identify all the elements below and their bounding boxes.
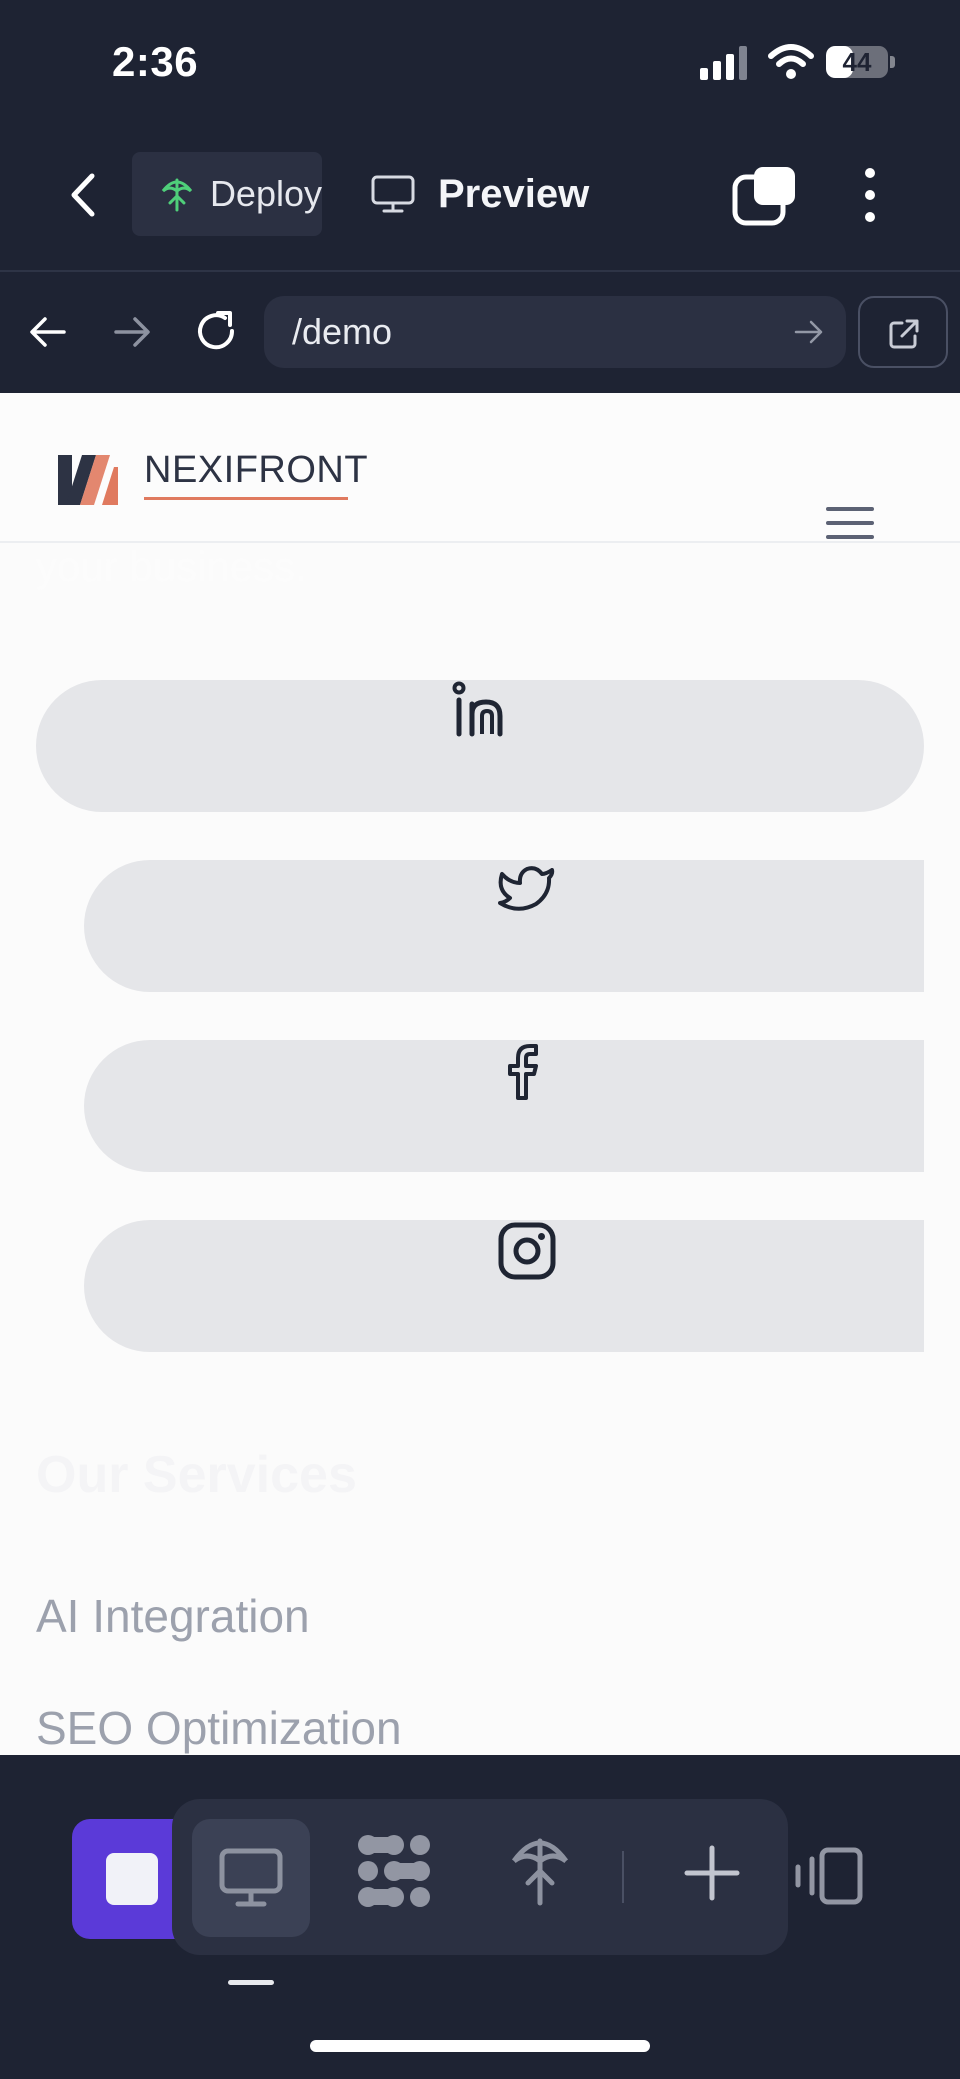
linkedin-button[interactable]: [36, 680, 924, 812]
instagram-icon: [498, 1222, 556, 1280]
toolbar-divider: [0, 270, 960, 272]
status-bar: 2:36 44: [0, 0, 960, 120]
more-options-icon[interactable]: [858, 164, 882, 226]
external-link-icon: [889, 319, 919, 349]
facebook-icon: [508, 1044, 538, 1100]
back-chevron-icon[interactable]: [62, 170, 106, 220]
signal-icon: [700, 46, 747, 80]
logo-mark-icon: [58, 455, 118, 505]
bottom-dock: [0, 1755, 960, 2079]
battery-icon: 44: [826, 44, 896, 80]
battery-level: 44: [842, 47, 872, 77]
tab-deploy[interactable]: Deploy: [132, 152, 322, 236]
add-icon[interactable]: [684, 1845, 740, 1901]
instagram-button[interactable]: [84, 1220, 924, 1352]
tab-preview-label: Preview: [438, 171, 590, 216]
dock-separator: [622, 1851, 624, 1903]
twitter-button[interactable]: [84, 860, 924, 992]
dots-pattern-icon[interactable]: [356, 1833, 432, 1909]
tab-deploy-label: Deploy: [209, 173, 322, 214]
web-preview: your business. NEXIFRONT Our Services AI…: [0, 393, 960, 1755]
services-heading: Our Services: [36, 1446, 357, 1504]
wifi-icon: [768, 44, 814, 79]
browser-nav-bar: /demo: [0, 292, 960, 372]
home-indicator[interactable]: [310, 2040, 650, 2052]
open-external-button[interactable]: [858, 296, 948, 368]
stop-icon: [106, 1853, 158, 1905]
nav-forward-icon[interactable]: [112, 312, 152, 352]
hero-text-line: your business.: [36, 543, 307, 590]
brand-underline: [144, 497, 348, 500]
copies-icon[interactable]: [732, 164, 798, 226]
deploy-icon: [161, 178, 193, 212]
service-item-ai-integration[interactable]: AI Integration: [36, 1589, 310, 1643]
twitter-icon: [498, 866, 555, 911]
url-input[interactable]: /demo: [264, 296, 846, 368]
hamburger-menu-icon[interactable]: [826, 507, 874, 543]
tab-preview[interactable]: Preview: [370, 152, 589, 236]
url-text: /demo: [292, 311, 393, 352]
dock-toolbar: [172, 1799, 788, 1955]
nav-back-icon[interactable]: [28, 312, 68, 352]
reload-icon[interactable]: [194, 308, 240, 354]
dock-preview-button[interactable]: [192, 1819, 310, 1937]
deploy-icon[interactable]: [510, 1833, 570, 1907]
linkedin-icon: [452, 681, 503, 737]
facebook-button[interactable]: [84, 1040, 924, 1172]
top-toolbar: Deploy Preview: [0, 140, 960, 250]
monitor-icon: [219, 1848, 283, 1907]
dock-page-indicator: [228, 1980, 274, 1985]
clock-time: 2:36: [112, 38, 199, 85]
device-rotate-icon[interactable]: [792, 1847, 864, 1905]
go-arrow-icon[interactable]: [794, 318, 824, 346]
site-header: NEXIFRONT: [0, 393, 960, 543]
brand-name[interactable]: NEXIFRONT: [144, 449, 368, 492]
monitor-icon: [371, 175, 415, 213]
service-item-seo-optimization[interactable]: SEO Optimization: [36, 1701, 402, 1755]
